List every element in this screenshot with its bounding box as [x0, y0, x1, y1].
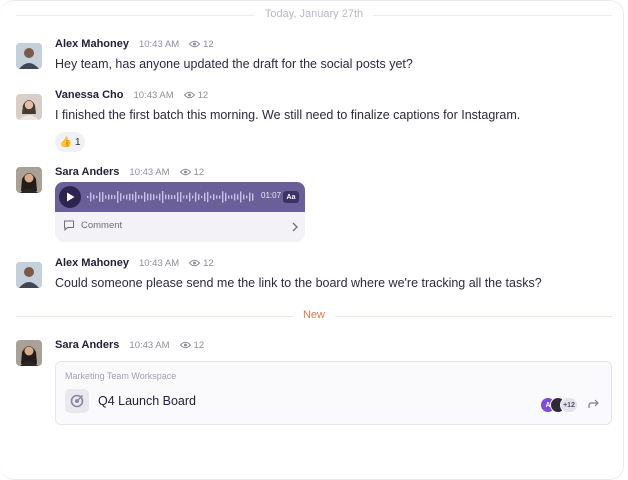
sender-name[interactable]: Alex Mahoney	[55, 38, 129, 50]
sender-name[interactable]: Vanessa Cho	[55, 89, 123, 101]
board-link-card[interactable]: Marketing Team Workspace Q4 Launch Board…	[55, 361, 612, 425]
view-count-value: 12	[193, 166, 205, 178]
date-divider: Today, January 27th	[16, 7, 612, 23]
sender-name[interactable]: Sara Anders	[55, 339, 119, 351]
view-count: 12	[189, 39, 214, 50]
workspace-name: Marketing Team Workspace	[65, 371, 177, 381]
reaction-count: 1	[74, 136, 81, 148]
view-count: 12	[189, 258, 214, 269]
message-header: Alex Mahoney 10:43 AM 12	[55, 38, 214, 50]
avatar[interactable]	[16, 94, 42, 120]
new-divider-label: New	[292, 309, 336, 321]
eye-icon	[179, 168, 191, 176]
play-icon	[66, 192, 74, 202]
timestamp: 10:43 AM	[138, 38, 180, 50]
timestamp: 10:43 AM	[129, 339, 170, 351]
timestamp: 10:43 AM	[138, 257, 180, 269]
board-members[interactable]: A +12	[540, 397, 578, 413]
chevron-right-icon[interactable]	[291, 222, 299, 232]
eye-icon	[189, 40, 201, 48]
play-button[interactable]	[59, 186, 81, 208]
member-count-badge: +12	[560, 397, 578, 413]
message-header: Sara Anders 10:43 AM 12	[55, 166, 204, 178]
comment-label: Comment	[81, 220, 123, 231]
message-header: Sara Anders 10:43 AM 12	[55, 339, 204, 351]
message-text: I finished the first batch this morning.…	[55, 108, 521, 122]
board-title[interactable]: Q4 Launch Board	[98, 394, 196, 408]
view-count-value: 12	[197, 89, 209, 101]
eye-icon	[189, 259, 201, 267]
eye-icon	[183, 91, 195, 99]
timestamp: 10:43 AM	[133, 89, 174, 101]
transcript-button[interactable]: Aa	[283, 191, 299, 203]
view-count: 12	[179, 166, 205, 178]
avatar[interactable]	[16, 167, 42, 193]
message-header: Alex Mahoney 10:43 AM 12	[55, 257, 214, 269]
comment-icon	[64, 220, 74, 231]
avatar[interactable]	[16, 43, 42, 69]
board-icon	[65, 389, 89, 413]
voice-duration: 01:07	[261, 191, 282, 200]
message-text: Could someone please send me the link to…	[55, 276, 542, 290]
view-count-value: 12	[203, 257, 214, 269]
sender-name[interactable]: Alex Mahoney	[55, 257, 129, 269]
timestamp: 10:43 AM	[129, 166, 170, 178]
message-header: Vanessa Cho 10:43 AM 12	[55, 89, 208, 101]
thumbs-up-icon: 👍	[59, 136, 72, 148]
comment-button[interactable]: Comment	[63, 220, 122, 231]
reaction-thumbs-up[interactable]: 👍 1	[55, 132, 85, 152]
view-count: 12	[179, 339, 205, 351]
new-messages-divider: New	[16, 308, 612, 324]
eye-icon	[179, 341, 191, 349]
waveform[interactable]	[87, 189, 257, 205]
view-count-value: 12	[203, 38, 214, 50]
message-text: Hey team, has anyone updated the draft f…	[55, 57, 413, 71]
voice-message: 01:07 Aa Comment	[55, 182, 305, 242]
avatar[interactable]	[16, 262, 42, 288]
view-count: 12	[183, 89, 209, 101]
share-icon[interactable]	[588, 399, 600, 409]
avatar[interactable]	[16, 340, 42, 366]
date-divider-label: Today, January 27th	[254, 8, 374, 20]
sender-name[interactable]: Sara Anders	[55, 166, 119, 178]
view-count-value: 12	[193, 339, 205, 351]
